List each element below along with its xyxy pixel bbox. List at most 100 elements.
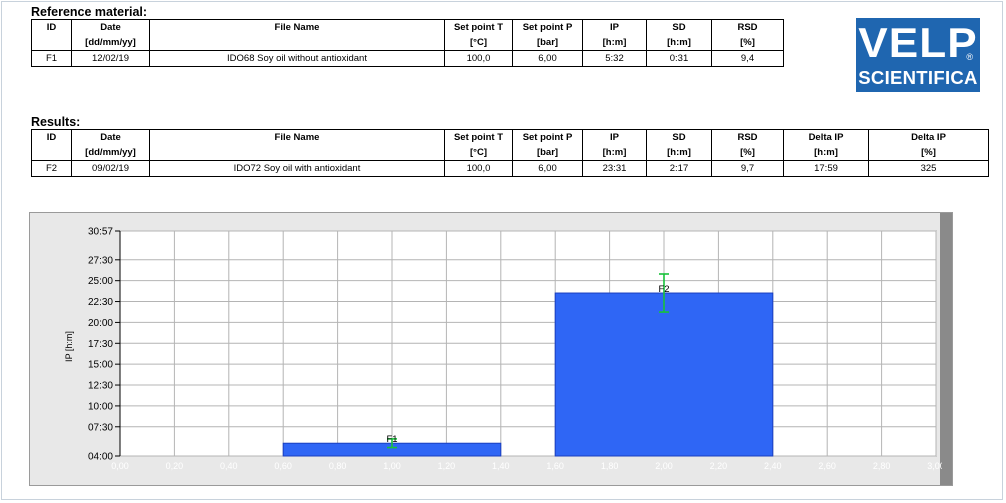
table-row: F1 12/02/19 IDO68 Soy oil without antiox… [31, 50, 784, 67]
col-unit: [h:m] [646, 145, 712, 161]
bar-F2 [554, 292, 774, 457]
y-tick-label: 17:30 [88, 339, 113, 350]
col-header: Delta IP [868, 129, 989, 145]
table-cell: 12/02/19 [71, 50, 150, 67]
col-unit: [dd/mm/yy] [71, 145, 150, 161]
y-tick-label: 20:00 [88, 318, 113, 329]
col-header: Delta IP [783, 129, 869, 145]
table-cell: 5:32 [582, 50, 647, 67]
col-header: SD [646, 19, 712, 35]
x-tick-label: 2,40 [764, 461, 782, 471]
col-header: ID [31, 19, 72, 35]
col-header: Date [71, 129, 150, 145]
col-header: ID [31, 129, 72, 145]
col-unit: [h:m] [646, 35, 712, 51]
col-header: File Name [149, 19, 445, 35]
y-tick-label: 15:00 [88, 360, 113, 371]
x-tick-label: 0,60 [274, 461, 292, 471]
ip-bar-chart: F1 F2 04:00 07:30 10:00 12:30 15:00 17:30 20:00… [64, 227, 942, 472]
y-axis: 04:00 07:30 10:00 12:30 15:00 17:30 20:00 22:30… [88, 227, 121, 463]
col-header: File Name [149, 129, 445, 145]
col-unit: [°C] [444, 35, 513, 51]
reference-units-row: [dd/mm/yy] [°C] [bar] [h:m] [h:m] [%] [31, 35, 784, 51]
x-tick-label: 2,20 [710, 461, 728, 471]
registered-mark: ® [966, 52, 973, 62]
table-cell: IDO68 Soy oil without antioxidant [149, 50, 445, 67]
col-unit: [%] [711, 145, 784, 161]
reference-header-row: ID Date File Name Set point T Set point … [31, 19, 784, 35]
col-unit: [h:m] [783, 145, 869, 161]
table-cell: 2:17 [646, 160, 712, 177]
col-unit: [%] [711, 35, 784, 51]
results-title: Results: [31, 115, 81, 129]
logo-text-velp: VELP [858, 19, 978, 66]
col-header: Set point T [444, 129, 513, 145]
col-header: IP [582, 129, 647, 145]
table-cell: 100,0 [444, 160, 513, 177]
col-header: Set point T [444, 19, 513, 35]
col-unit: [dd/mm/yy] [71, 35, 150, 51]
x-tick-label: 0,40 [220, 461, 238, 471]
col-unit: [°C] [444, 145, 513, 161]
y-tick-label: 27:30 [88, 255, 113, 266]
table-cell: 0:31 [646, 50, 712, 67]
x-tick-label: 1,60 [546, 461, 564, 471]
x-tick-label: 0,20 [166, 461, 184, 471]
y-tick-label: 10:00 [88, 401, 113, 412]
x-tick-label: 2,60 [818, 461, 836, 471]
table-cell: 6,00 [512, 160, 583, 177]
x-axis: 0,00 0,20 0,40 0,60 0,80 1,00 1,20 1,40 1,60 1,80… [111, 461, 942, 471]
col-header: Set point P [512, 129, 583, 145]
y-tick-label: 22:30 [88, 297, 113, 308]
bar-label-F2: F2 [658, 284, 669, 295]
x-tick-label: 1,00 [383, 461, 401, 471]
x-tick-label: 1,40 [492, 461, 510, 471]
y-tick-label: 04:00 [88, 452, 113, 463]
results-header-row: ID Date File Name Set point T Set point … [31, 129, 989, 145]
col-unit: [h:m] [582, 145, 647, 161]
col-unit [149, 145, 445, 161]
y-tick-label: 30:57 [88, 227, 113, 238]
x-tick-label: 1,80 [601, 461, 619, 471]
results-units-row: [dd/mm/yy] [°C] [bar] [h:m] [h:m] [%] [h… [31, 145, 989, 161]
col-header: RSD [711, 129, 784, 145]
col-header: SD [646, 129, 712, 145]
y-tick-label: 12:30 [88, 381, 113, 392]
table-cell: 09/02/19 [71, 160, 150, 177]
table-cell: 9,4 [711, 50, 784, 67]
col-header: RSD [711, 19, 784, 35]
col-unit [149, 35, 445, 51]
table-cell: 325 [868, 160, 989, 177]
table-cell: 6,00 [512, 50, 583, 67]
table-cell: 17:59 [783, 160, 869, 177]
y-tick-label: 25:00 [88, 276, 113, 287]
col-unit: [%] [868, 145, 989, 161]
velp-logo: VELP ® SCIENTIFICA [856, 18, 980, 92]
x-tick-label: 2,80 [873, 461, 891, 471]
col-unit: [h:m] [582, 35, 647, 51]
col-unit [31, 35, 72, 51]
table-cell: IDO72 Soy oil with antioxidant [149, 160, 445, 177]
col-unit [31, 145, 72, 161]
table-cell: 100,0 [444, 50, 513, 67]
bar-label-F1: F1 [386, 434, 397, 445]
reference-title: Reference material: [31, 5, 148, 19]
reference-table: ID Date File Name Set point T Set point … [31, 19, 784, 67]
x-tick-label: 3,00 [927, 461, 942, 471]
table-cell: 9,7 [711, 160, 784, 177]
y-axis-label: IP [h:m] [64, 331, 74, 362]
x-tick-label: 2,00 [655, 461, 673, 471]
table-cell: F2 [31, 160, 72, 177]
chart-panel: F1 F2 04:00 07:30 10:00 12:30 15:00 17:30 20:00… [29, 212, 953, 486]
col-header: Date [71, 19, 150, 35]
logo-text-scientifica: SCIENTIFICA [858, 67, 978, 88]
results-table: ID Date File Name Set point T Set point … [31, 129, 989, 177]
x-tick-label: 1,20 [438, 461, 456, 471]
table-cell: 23:31 [582, 160, 647, 177]
col-header: IP [582, 19, 647, 35]
x-tick-label: 0,80 [329, 461, 347, 471]
col-unit: [bar] [512, 35, 583, 51]
x-tick-label: 0,00 [111, 461, 129, 471]
col-unit: [bar] [512, 145, 583, 161]
y-tick-label: 07:30 [88, 422, 113, 433]
